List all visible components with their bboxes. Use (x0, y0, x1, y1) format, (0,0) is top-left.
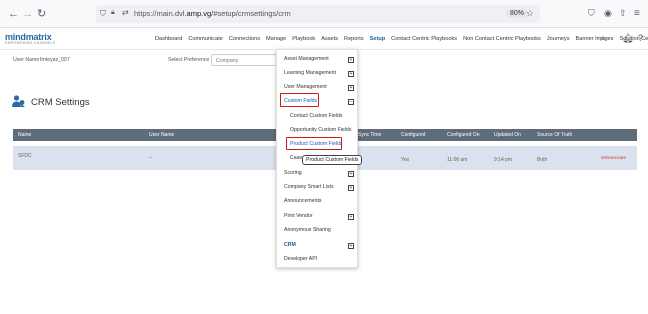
menu-icon[interactable]: ≡ (634, 8, 640, 19)
column-header-user-name[interactable]: User Name (149, 132, 174, 138)
column-header-configured-on[interactable]: Configured On (447, 132, 480, 138)
main-nav: Dashboard Communicate Connections Manage Pla… (155, 36, 648, 42)
tooltip: Product Custom Fields (302, 155, 363, 165)
preference-select[interactable]: Company (211, 54, 281, 66)
deactivate-button[interactable]: ⊖Deactivate (601, 155, 626, 161)
nav-journeys[interactable]: Journeys (547, 36, 570, 42)
forward-icon[interactable]: → (22, 8, 33, 20)
nav-assets[interactable]: Assets (321, 36, 338, 42)
cell-name: SFDC (18, 153, 32, 159)
pocket-icon[interactable]: ⛉ (588, 8, 595, 19)
nav-dashboard[interactable]: Dashboard (155, 36, 182, 42)
menu-item-learning-management[interactable]: Learning Management (284, 70, 336, 76)
nav-communicate[interactable]: Communicate (188, 36, 223, 42)
column-header-configured[interactable]: Configured (401, 132, 425, 138)
reload-icon[interactable]: ↻ (37, 8, 46, 20)
expand-scoring-icon[interactable]: + (348, 170, 354, 177)
user-name-value: Imteyaz_007 (40, 57, 70, 63)
menu-item-scoring[interactable]: Scoring (284, 170, 302, 176)
app-header: mindmatrix EMPOWERING CHANNELS Dashboard… (0, 28, 648, 50)
nav-contact-centric-playbooks[interactable]: Contact Centric Playbooks (391, 36, 457, 42)
page-title: CRM Settings (31, 97, 90, 108)
menu-item-anonymous-sharing[interactable]: Anonymous Sharing (284, 227, 331, 233)
zoom-level[interactable]: 80% (506, 9, 529, 18)
product-custom-fields-highlight (286, 137, 342, 150)
nav-reports[interactable]: Reports (344, 36, 364, 42)
column-header-name[interactable]: Name (18, 132, 31, 138)
menu-item-print-vendor[interactable]: Print Vendor (284, 213, 313, 219)
menu-item-contact-custom-fields[interactable]: Contact Custom Fields (290, 113, 342, 119)
shield-icon[interactable]: ⛉ (100, 9, 106, 19)
expand-learning-management-icon[interactable]: + (348, 70, 354, 77)
cell-configured: Yes (401, 157, 410, 163)
cell-user-name: -- (149, 155, 153, 161)
menu-item-user-management[interactable]: User Management (284, 84, 327, 90)
deactivate-label: Deactivate (604, 155, 627, 160)
nav-banner-images[interactable]: Banner Images (576, 36, 614, 42)
cell-updated-on: 9:14 pm (494, 157, 513, 163)
collapse-custom-fields-icon[interactable]: − (348, 98, 354, 105)
bookmark-star-icon[interactable]: ☆ (526, 8, 534, 19)
expand-company-smart-lists-icon[interactable]: + (348, 184, 354, 191)
expand-asset-management-icon[interactable]: + (348, 56, 354, 63)
account-icon[interactable]: ◉ (604, 8, 612, 19)
column-header-sync-time[interactable]: Sync Time (358, 132, 381, 138)
expand-crm-icon[interactable]: + (348, 242, 354, 249)
users-icon (12, 95, 25, 107)
nav-connections[interactable]: Connections (229, 36, 260, 42)
notification-icon[interactable]: 🔔︎ (622, 33, 633, 44)
nav-setup[interactable]: Setup (370, 36, 386, 42)
logo[interactable]: mindmatrix EMPOWERING CHANNELS (5, 32, 55, 45)
address-bar[interactable]: ⛉ 🔒︎ ⇄ https://main.dvl.amp.vg/#setup/cr… (96, 5, 540, 23)
permissions-icon[interactable]: ⇄ (122, 8, 129, 17)
column-header-updated-on[interactable]: Updated On (494, 132, 521, 138)
preference-label: Select Preference : (168, 57, 213, 63)
menu-item-asset-management[interactable]: Asset Management (284, 56, 329, 62)
lock-icon[interactable]: 🔒︎ (111, 9, 115, 17)
menu-item-developer-api[interactable]: Developer API (284, 256, 317, 262)
expand-user-management-icon[interactable]: + (348, 84, 354, 91)
menu-item-opportunity-custom-fields[interactable]: Opportunity Custom Fields (290, 127, 351, 133)
back-icon[interactable]: ← (8, 8, 19, 20)
user-name-label: User Name : (13, 57, 43, 63)
nav-non-contact-centric-playbooks[interactable]: Non Contact Centric Playbooks (463, 36, 541, 42)
nav-playbook[interactable]: Playbook (292, 36, 315, 42)
browser-toolbar: ← → ↻ ⛉ 🔒︎ ⇄ https://main.dvl.amp.vg/#se… (0, 0, 648, 28)
custom-fields-highlight (280, 93, 319, 107)
expand-print-vendor-icon[interactable]: + (348, 213, 354, 220)
cell-configured-on: 11:06 am (447, 157, 468, 163)
menu-item-announcements[interactable]: Announcements (284, 198, 322, 204)
search-icon[interactable]: ⌕ (600, 33, 606, 44)
extensions-icon[interactable]: ⇧ (619, 8, 627, 19)
menu-item-crm[interactable]: CRM (284, 242, 296, 248)
cell-source: Both (537, 157, 548, 163)
help-icon[interactable]: ? (638, 33, 643, 43)
menu-item-case[interactable]: Case (290, 155, 302, 161)
nav-manage[interactable]: Manage (266, 36, 286, 42)
url-text[interactable]: https://main.dvl.amp.vg/#setup/crmsettin… (134, 9, 291, 18)
column-header-source-of-truth[interactable]: Source Of Truth (537, 132, 572, 138)
menu-item-company-smart-lists[interactable]: Company Smart Lists (284, 184, 334, 190)
